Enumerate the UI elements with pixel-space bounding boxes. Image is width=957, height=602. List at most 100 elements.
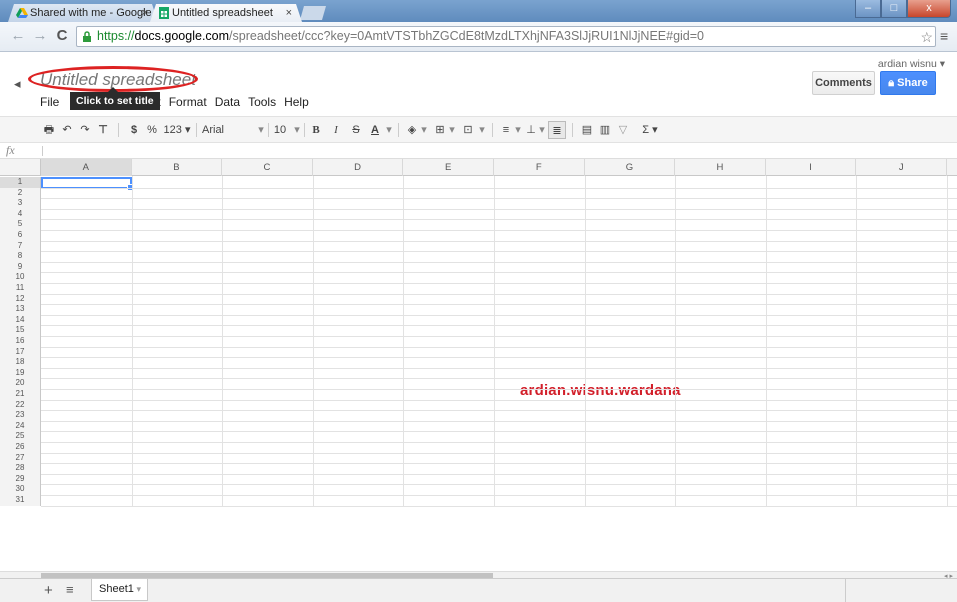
fill-color-icon[interactable]: ◈: [404, 121, 420, 139]
wrap-text-icon[interactable]: ≣: [548, 121, 566, 139]
paint-format-icon[interactable]: ⊤: [96, 121, 110, 139]
row-header-26[interactable]: 26: [0, 442, 41, 453]
menu-help[interactable]: Help: [284, 95, 315, 109]
menu-tools[interactable]: Tools: [248, 95, 282, 109]
chevron-down-icon[interactable]: ▾: [384, 121, 394, 139]
new-tab-button[interactable]: [300, 6, 326, 20]
row-header-22[interactable]: 22: [0, 399, 41, 411]
select-all-corner[interactable]: [0, 159, 41, 176]
row-header-24[interactable]: 24: [0, 420, 41, 432]
row-header-15[interactable]: 15: [0, 325, 41, 336]
row-header-18[interactable]: 18: [0, 357, 41, 368]
back-to-docs-icon[interactable]: ◂: [14, 76, 21, 92]
insert-comment-icon[interactable]: ▤: [580, 121, 594, 139]
row-header-16[interactable]: 16: [0, 336, 41, 347]
all-sheets-menu-icon[interactable]: ≡: [66, 582, 74, 597]
menu-data[interactable]: Data: [215, 95, 246, 109]
borders-icon[interactable]: ⊞: [432, 121, 448, 139]
sheet-tab-sheet1[interactable]: Sheet1 ▾: [91, 579, 148, 601]
row-header-25[interactable]: 25: [0, 431, 41, 442]
share-button[interactable]: 🔒︎ Share: [880, 71, 936, 95]
row-header-7[interactable]: 7: [0, 240, 41, 252]
font-family-dropdown[interactable]: Arial: [202, 121, 262, 139]
italic-button[interactable]: I: [330, 121, 342, 139]
row-header-30[interactable]: 30: [0, 484, 41, 495]
column-header-h[interactable]: H: [675, 159, 766, 176]
chevron-down-icon[interactable]: ▾: [136, 579, 141, 600]
column-header-a[interactable]: A: [41, 159, 132, 176]
column-header-e[interactable]: E: [403, 159, 494, 176]
row-header-29[interactable]: 29: [0, 473, 41, 485]
chevron-down-icon[interactable]: ▾: [292, 121, 302, 139]
row-header-1[interactable]: 1: [0, 177, 41, 188]
row-header-31[interactable]: 31: [0, 495, 41, 506]
user-account[interactable]: ardian wisnu ▾: [878, 58, 945, 70]
column-header-g[interactable]: G: [585, 159, 676, 176]
filter-icon[interactable]: ▽: [616, 121, 630, 139]
close-tab-icon[interactable]: ×: [142, 4, 148, 22]
row-header-20[interactable]: 20: [0, 378, 41, 389]
bold-button[interactable]: B: [310, 121, 322, 139]
row-header-10[interactable]: 10: [0, 272, 41, 283]
horizontal-scrollbar[interactable]: ◂ ▸: [0, 571, 957, 580]
chevron-down-icon[interactable]: ▾: [478, 121, 486, 139]
row-header-6[interactable]: 6: [0, 230, 41, 241]
chevron-down-icon[interactable]: ▾: [420, 121, 428, 139]
column-header-j[interactable]: J: [856, 159, 947, 176]
address-bar[interactable]: https://docs.google.com/spreadsheet/ccc?…: [76, 26, 936, 47]
row-header-23[interactable]: 23: [0, 410, 41, 421]
reload-icon[interactable]: C: [52, 27, 72, 45]
row-header-21[interactable]: 21: [0, 389, 41, 400]
tab-untitled-spreadsheet[interactable]: Untitled spreadsheet ×: [150, 4, 302, 22]
tab-shared-with-me[interactable]: Shared with me - Google D ×: [8, 4, 158, 22]
column-header-i[interactable]: I: [766, 159, 857, 176]
text-color-button[interactable]: A: [368, 121, 382, 139]
chevron-down-icon[interactable]: ▾: [538, 121, 546, 139]
row-header-8[interactable]: 8: [0, 251, 41, 262]
vertical-align-icon[interactable]: ⊥: [524, 121, 538, 139]
chrome-menu-icon[interactable]: ≡: [940, 28, 948, 44]
row-header-12[interactable]: 12: [0, 293, 41, 305]
number-format-dropdown[interactable]: 123 ▾: [162, 121, 192, 139]
row-header-11[interactable]: 11: [0, 283, 41, 294]
close-tab-icon[interactable]: ×: [286, 4, 292, 22]
add-sheet-button[interactable]: +: [44, 582, 53, 599]
row-header-13[interactable]: 13: [0, 304, 41, 315]
close-window-button[interactable]: x: [907, 0, 951, 18]
row-header-19[interactable]: 19: [0, 367, 41, 379]
print-icon[interactable]: 🖶︎: [42, 121, 56, 139]
row-header-27[interactable]: 27: [0, 452, 41, 464]
minimize-button[interactable]: –: [855, 0, 881, 18]
menu-file[interactable]: File: [40, 95, 65, 109]
align-left-icon[interactable]: ≡: [498, 121, 514, 139]
row-header-3[interactable]: 3: [0, 198, 41, 209]
spreadsheet-grid[interactable]: ABCDEFGHIJ ardian.wisnu.wardana 12345678…: [0, 159, 957, 571]
row-header-28[interactable]: 28: [0, 463, 41, 474]
currency-format-button[interactable]: $: [128, 121, 140, 139]
row-header-2[interactable]: 2: [0, 187, 41, 199]
redo-icon[interactable]: ↷: [78, 121, 92, 139]
chevron-down-icon[interactable]: ▾: [514, 121, 522, 139]
merge-cells-icon[interactable]: ⊡: [460, 121, 476, 139]
chevron-down-icon[interactable]: ▾: [256, 121, 266, 139]
strikethrough-button[interactable]: S: [350, 121, 362, 139]
row-header-14[interactable]: 14: [0, 314, 41, 326]
column-header-f[interactable]: F: [494, 159, 585, 176]
column-header-d[interactable]: D: [313, 159, 404, 176]
insert-chart-icon[interactable]: ▥: [598, 121, 612, 139]
undo-icon[interactable]: ↶: [60, 121, 74, 139]
comments-button[interactable]: Comments: [812, 71, 875, 95]
row-header-4[interactable]: 4: [0, 208, 41, 220]
row-header-5[interactable]: 5: [0, 219, 41, 230]
maximize-button[interactable]: □: [881, 0, 907, 18]
star-icon[interactable]: ☆: [920, 28, 933, 46]
back-arrow-icon[interactable]: ←: [8, 27, 28, 45]
forward-arrow-icon[interactable]: →: [30, 27, 50, 45]
functions-dropdown[interactable]: Σ ▾: [636, 121, 664, 139]
row-header-9[interactable]: 9: [0, 261, 41, 273]
row-header-17[interactable]: 17: [0, 346, 41, 358]
menu-format[interactable]: Format: [169, 95, 213, 109]
chevron-down-icon[interactable]: ▾: [448, 121, 456, 139]
percent-format-button[interactable]: %: [146, 121, 158, 139]
column-header-c[interactable]: C: [222, 159, 313, 176]
